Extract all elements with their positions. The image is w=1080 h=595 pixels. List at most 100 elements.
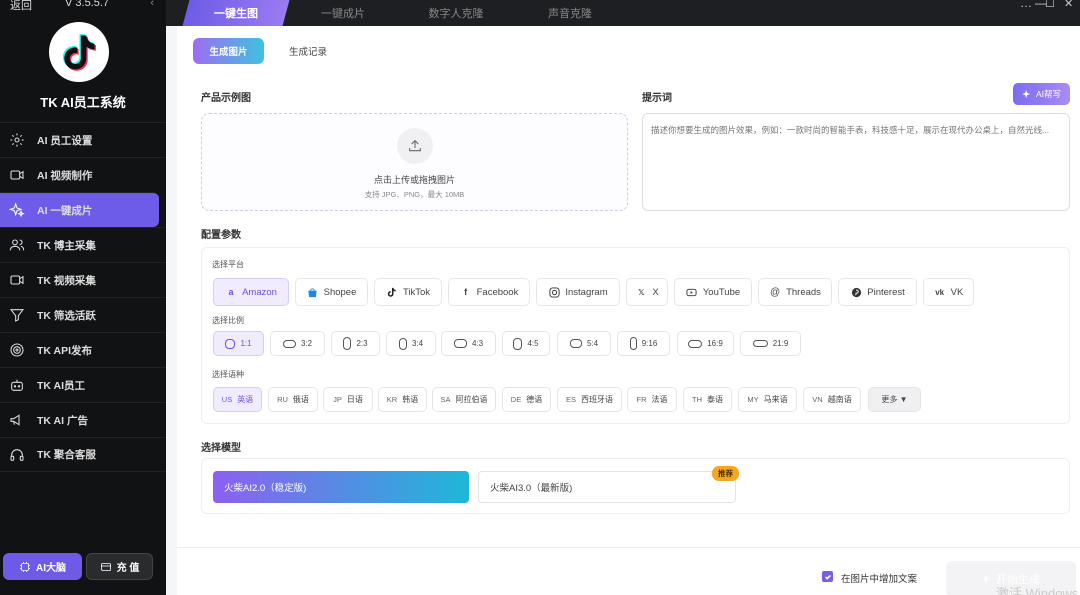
shopee-icon <box>307 286 319 298</box>
ratio-21-9[interactable]: 21:9 <box>740 331 801 356</box>
megaphone-icon <box>8 411 26 429</box>
language-code: SA <box>440 395 451 404</box>
amazon-icon: a <box>228 287 234 297</box>
prompt-label: 提示词 <box>642 93 672 104</box>
language-ru[interactable]: RU 俄语 <box>268 387 318 412</box>
language-name: 越南语 <box>827 395 852 404</box>
prompt-input[interactable] <box>642 113 1070 211</box>
main-content: 生成图片 生成记录 产品示例图 点击上传或拖拽图片 支持 JPG、PNG，最大 … <box>177 26 1080 595</box>
platform-name: Shopee <box>323 286 357 298</box>
language-fr[interactable]: FR 法语 <box>627 387 677 412</box>
tab-image-gen[interactable]: 一键生图 <box>182 0 290 26</box>
sidebar-item-tk-service[interactable]: TK 聚合客服 <box>0 437 166 472</box>
ratio-1-1[interactable]: 1:1 <box>213 331 264 356</box>
instagram-icon <box>548 286 560 298</box>
close-icon[interactable]: ✕ <box>1064 0 1073 11</box>
platform-name: YouTube <box>702 286 741 298</box>
generate-image-tab[interactable]: 生成图片 <box>193 38 264 64</box>
maximize-icon[interactable]: ☐ <box>1045 0 1055 11</box>
platform-vk[interactable]: vk VK <box>923 278 974 306</box>
chip-icon <box>20 561 30 572</box>
language-code: ES <box>565 395 576 404</box>
platform-x[interactable]: 𝕏X <box>626 278 668 306</box>
platform-name: TikTok <box>402 286 431 298</box>
more-icon[interactable]: … <box>1020 0 1032 10</box>
ai-brain-label: AI大脑 <box>36 563 66 574</box>
tab-label: 一键生图 <box>214 8 258 20</box>
platform-name: Instagram <box>565 286 608 298</box>
ratio-label: 选择比例 <box>212 316 244 325</box>
ratio-9-16[interactable]: 9:16 <box>617 331 670 356</box>
platform-pinterest[interactable]: Pinterest <box>838 278 917 306</box>
ratio-2-3[interactable]: 2:3 <box>331 331 380 356</box>
language-kr[interactable]: KR 韩语 <box>378 387 427 412</box>
sidebar-nav: AI 员工设置 AI 视频制作 AI 一键成片 TK 博主采集 TK 视频采集 … <box>0 122 166 472</box>
ratio-value: 4:3 <box>471 339 484 348</box>
add-text-checkbox[interactable] <box>822 571 833 582</box>
language-es[interactable]: ES 西班牙语 <box>557 387 622 412</box>
sidebar-item-label: AI 员工设置 <box>37 134 93 147</box>
language-my[interactable]: MY 马来语 <box>738 387 797 412</box>
ratio-shape-icon <box>513 337 523 350</box>
sidebar-item-ai-video[interactable]: AI 视频制作 <box>0 157 166 192</box>
sidebar-item-ai-one-click[interactable]: AI 一键成片 <box>0 192 159 227</box>
language-name: 韩语 <box>402 395 419 404</box>
recharge-button[interactable]: 充 值 <box>86 553 153 580</box>
platform-amazon[interactable]: a Amazon <box>213 278 289 306</box>
language-jp[interactable]: JP 日语 <box>323 387 373 412</box>
filter-icon <box>8 306 26 324</box>
ratio-3-2[interactable]: 3:2 <box>270 331 325 356</box>
check-icon <box>824 574 831 580</box>
platform-facebook[interactable]: f Facebook <box>448 278 530 306</box>
language-us[interactable]: US 英语 <box>213 387 262 412</box>
ai-brain-button[interactable]: AI大脑 <box>3 553 82 580</box>
sidebar-item-tk-video-collect[interactable]: TK 视频采集 <box>0 262 166 297</box>
generation-history-tab[interactable]: 生成记录 <box>273 38 343 64</box>
facebook-icon: f <box>464 287 468 297</box>
config-title: 配置参数 <box>201 230 241 241</box>
language-de[interactable]: DE 德语 <box>502 387 551 412</box>
ratio-value: 9:16 <box>641 339 658 348</box>
tab-voice-clone[interactable]: 声音克隆 <box>520 0 620 26</box>
more-languages-button[interactable]: 更多 ▼ <box>868 387 921 412</box>
sidebar-item-tk-filter[interactable]: TK 筛选活跃 <box>0 297 166 332</box>
tab-avatar-clone[interactable]: 数字人克隆 <box>406 0 506 26</box>
tab-one-click-video[interactable]: 一键成片 <box>293 0 393 26</box>
platform-tiktok[interactable]: TikTok <box>374 278 442 306</box>
ratio-5-4[interactable]: 5:4 <box>557 331 611 356</box>
ratio-16-9[interactable]: 16:9 <box>677 331 734 356</box>
language-vn[interactable]: VN 越南语 <box>803 387 861 412</box>
platform-youtube[interactable]: YouTube <box>674 278 752 306</box>
language-name: 俄语 <box>292 395 309 404</box>
ratio-4-5[interactable]: 4:5 <box>502 331 550 356</box>
ai-write-button[interactable]: AI帮写 <box>1013 83 1070 105</box>
platform-threads[interactable]: @ Threads <box>758 278 832 306</box>
sidebar-item-tk-api[interactable]: TK API发布 <box>0 332 166 367</box>
image-upload-dropzone[interactable]: 点击上传或拖拽图片 支持 JPG、PNG，最大 10MB <box>201 113 628 211</box>
model-option-2-0[interactable]: 火柴AI2.0（稳定版) <box>213 471 469 503</box>
ratio-3-4[interactable]: 3:4 <box>386 331 436 356</box>
card-icon <box>100 562 111 571</box>
language-name: 西班牙语 <box>581 395 613 404</box>
platform-instagram[interactable]: Instagram <box>536 278 620 306</box>
sidebar-header: 返回 V 3.5.5.7 ‹ <box>0 0 166 12</box>
platform-name: Threads <box>786 286 821 298</box>
ratio-value: 1:1 <box>240 339 252 348</box>
sidebar-bottom: AI大脑 充 值 <box>3 553 166 580</box>
language-code: US <box>221 395 233 404</box>
sidebar-item-tk-blogger[interactable]: TK 博主采集 <box>0 227 166 262</box>
ratio-4-3[interactable]: 4:3 <box>441 331 496 356</box>
language-sa[interactable]: SA 阿拉伯语 <box>432 387 496 412</box>
sidebar-item-ai-employee-settings[interactable]: AI 员工设置 <box>0 122 166 157</box>
collapse-icon[interactable]: ‹ <box>150 0 154 9</box>
platform-name: Amazon <box>242 286 277 298</box>
sidebar-item-label: TK 聚合客服 <box>37 449 96 461</box>
model-option-3-0[interactable]: 火柴AI3.0（最新版) 推荐 <box>478 466 739 503</box>
sidebar-item-tk-ai-ad[interactable]: TK AI 广告 <box>0 402 166 437</box>
sidebar-item-tk-ai-employee[interactable]: TK AI员工 <box>0 367 166 402</box>
language-name: 阿拉伯语 <box>455 395 488 404</box>
platform-shopee[interactable]: Shopee <box>295 278 368 306</box>
windows-activation-watermark: 激活 Windows <box>996 586 1079 595</box>
back-button[interactable]: 返回 <box>10 0 32 13</box>
language-th[interactable]: TH 泰语 <box>683 387 732 412</box>
